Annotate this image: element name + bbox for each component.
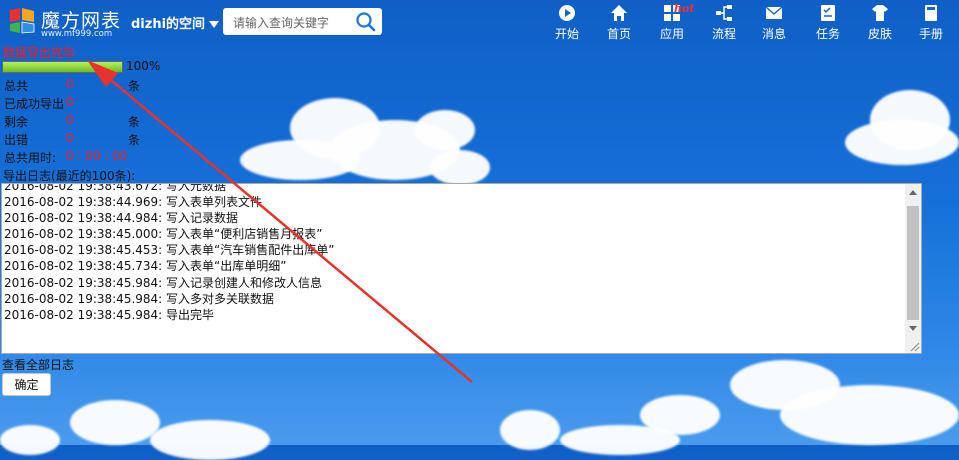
log-lines: 2016-08-02 19:38:43.672: 写入元数据 2016-08-0…: [4, 183, 903, 323]
log-line: 2016-08-02 19:38:45.734: 写入表单“出库单明细”: [4, 259, 287, 274]
stat-unit: 条: [128, 133, 141, 147]
nav-messages[interactable]: 消息: [750, 4, 798, 44]
nav-label: 手册: [918, 27, 943, 41]
log-line: 2016-08-02 19:38:44.969: 写入表单列表文件: [4, 195, 263, 210]
nav-flow[interactable]: 流程: [700, 4, 748, 44]
book-icon: [925, 5, 937, 21]
scroll-down-arrow-icon[interactable]: [909, 326, 917, 331]
chevron-down-icon: [209, 21, 220, 28]
resize-grip-icon[interactable]: [908, 340, 920, 352]
stat-elapsed: 总共用时: 0 : 00 : 00: [4, 149, 128, 166]
stat-value: 0: [66, 131, 74, 145]
stat-unit: 条: [128, 115, 141, 129]
stat-value: 0 : 00 : 00: [66, 149, 128, 163]
space-selector[interactable]: dizhi的空间: [131, 13, 220, 32]
ok-button[interactable]: 确定: [2, 373, 51, 396]
play-icon: [559, 5, 575, 21]
export-status-title: 数据导出完毕: [3, 46, 76, 60]
nav-label: 消息: [761, 27, 786, 41]
search-box: [223, 8, 382, 37]
progress-fill: [3, 62, 122, 72]
stat-label: 剩余: [4, 115, 29, 129]
stat-total: 总共 0 条: [4, 77, 140, 94]
stat-value: 0: [66, 113, 74, 127]
log-line: 2016-08-02 19:38:45.984: 导出完毕: [4, 307, 215, 322]
nav-label: 开始: [554, 27, 579, 41]
log-line: 2016-08-02 19:38:45.984: 写入多对多关联数据: [4, 291, 275, 306]
stat-unit: 条: [128, 79, 141, 93]
stat-label: 出错: [4, 133, 29, 147]
log-line: 2016-08-02 19:38:44.984: 写入记录数据: [4, 211, 239, 226]
logo-url: www.mf999.com: [41, 29, 113, 39]
search-input[interactable]: [223, 8, 360, 37]
nav-label: 流程: [711, 27, 736, 41]
nav-label: 首页: [606, 27, 631, 41]
space-label: dizhi的空间: [131, 17, 206, 32]
search-icon[interactable]: [355, 11, 376, 32]
stat-errors: 出错 0 条: [4, 131, 140, 148]
log-line: 2016-08-02 19:38:45.000: 写入表单“便利店销售月报表”: [4, 227, 323, 242]
nav-home[interactable]: 首页: [595, 4, 643, 44]
task-icon: [821, 5, 835, 21]
mail-icon: [765, 6, 783, 19]
stat-remaining: 剩余 0 条: [4, 113, 140, 130]
log-line: 2016-08-02 19:38:43.672: 写入元数据: [4, 183, 227, 193]
nav-start[interactable]: 开始: [543, 4, 591, 44]
stat-exported: 已成功导出 0: [4, 95, 74, 112]
flow-icon: [716, 5, 732, 21]
scroll-thumb[interactable]: [907, 206, 919, 320]
stat-label: 总共用时:: [4, 151, 57, 165]
stat-value: 0: [66, 77, 74, 91]
log-title: 导出日志(最近的100条):: [3, 169, 136, 183]
logo-mark-icon: [10, 8, 35, 34]
export-progress-bar: [2, 61, 123, 73]
nav-label: 应用: [659, 27, 684, 41]
shirt-icon: [872, 5, 888, 21]
log-line: 2016-08-02 19:38:45.453: 写入表单“汽车销售配件出库单”: [4, 243, 335, 258]
nav-apps[interactable]: hot 应用: [648, 2, 696, 44]
export-log-textarea[interactable]: 2016-08-02 19:38:43.672: 写入元数据 2016-08-0…: [1, 183, 922, 354]
hot-badge: hot: [674, 2, 695, 15]
stat-label: 总共: [4, 79, 29, 93]
stat-value: 0: [66, 95, 74, 109]
home-icon: [611, 5, 627, 21]
log-line: 2016-08-02 19:38:45.984: 写入记录创建人和修改人信息: [4, 275, 323, 290]
nav-skin[interactable]: 皮肤: [856, 4, 904, 44]
log-scrollbar[interactable]: [905, 184, 921, 353]
top-bar: 魔方网表 www.mf999.com dizhi的空间 开始 首页 hot 应用…: [0, 0, 959, 46]
scroll-up-arrow-icon[interactable]: [909, 190, 917, 195]
logo[interactable]: 魔方网表 www.mf999.com: [7, 4, 122, 40]
stat-label: 已成功导出: [4, 97, 65, 111]
nav-manual[interactable]: 手册: [907, 4, 955, 44]
nav-label: 皮肤: [867, 27, 892, 41]
view-all-logs-link[interactable]: 查看全部日志: [2, 356, 74, 373]
progress-percent: 100%: [126, 59, 161, 73]
nav-label: 任务: [815, 27, 840, 41]
nav-tasks[interactable]: 任务: [804, 4, 852, 44]
